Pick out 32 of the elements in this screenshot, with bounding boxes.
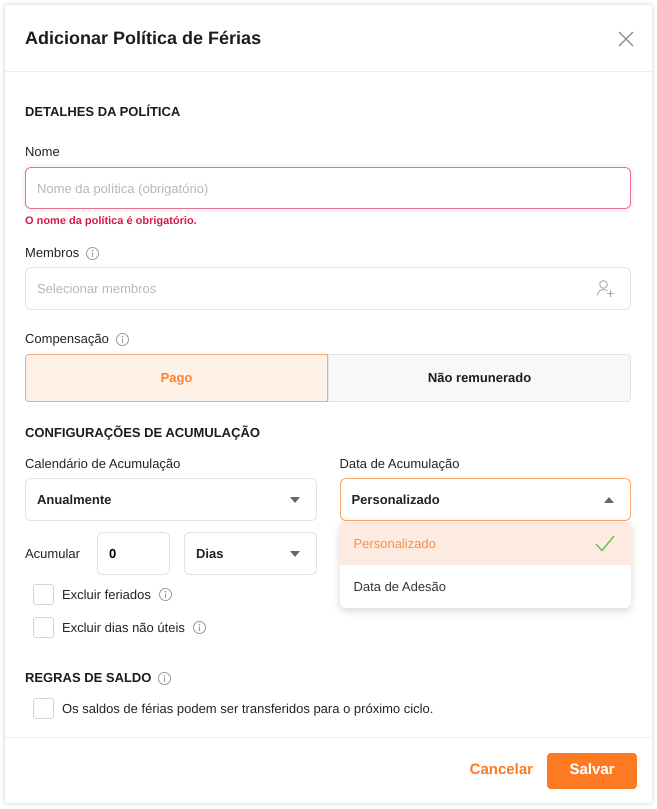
- error-message: O nome da política é obrigatório.: [25, 214, 198, 228]
- field-label: Data de Acumulação: [340, 455, 460, 473]
- checkbox-label: Excluir dias não úteis: [62, 618, 185, 636]
- check-icon: [595, 535, 615, 552]
- unit-select[interactable]: Dias: [184, 532, 316, 575]
- section-heading: REGRAS DE SALDO: [25, 669, 152, 687]
- field-label: Membros: [25, 244, 80, 262]
- checkbox-label: Os saldos de férias podem ser transferidos para o próximo ciclo.: [62, 700, 434, 718]
- date-select[interactable]: Personalizado: [340, 478, 631, 521]
- caret-icon: [604, 496, 614, 502]
- dialog-title: Adicionar Política de Férias: [25, 27, 262, 50]
- field-label: Nome: [25, 143, 60, 161]
- checkbox[interactable]: [33, 584, 54, 605]
- amount-input[interactable]: 0: [97, 532, 170, 575]
- calendar-select[interactable]: Anualmente: [25, 478, 316, 521]
- field-label: Compensação: [25, 330, 109, 348]
- checkbox[interactable]: [33, 698, 54, 719]
- name-input[interactable]: Nome da política (obrigatório): [25, 167, 631, 209]
- field-label: Calendário de Acumulação: [25, 455, 180, 473]
- segment-option[interactable]: Não remunerado: [328, 354, 631, 402]
- caret-icon: [290, 496, 300, 502]
- field-label: Acumular: [25, 544, 81, 563]
- add-person-icon: [597, 280, 615, 297]
- checkbox-label: Excluir feriados: [62, 586, 151, 604]
- section-heading: DETALHES DA POLÍTICA: [25, 103, 180, 121]
- close-button[interactable]: [618, 31, 634, 47]
- members-field[interactable]: Selecionar membros: [25, 267, 631, 310]
- section-heading: CONFIGURAÇÕES DE ACUMULAÇÃO: [25, 424, 260, 442]
- checkbox[interactable]: [33, 617, 54, 638]
- caret-icon: [290, 550, 300, 556]
- dropdown-option[interactable]: Data de Adesão: [340, 565, 631, 608]
- close-icon: [618, 31, 634, 47]
